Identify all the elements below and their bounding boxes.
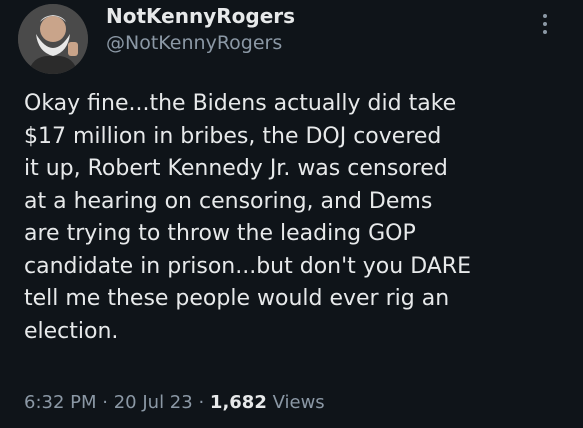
views-count[interactable]: 1,682 bbox=[210, 392, 267, 413]
avatar[interactable] bbox=[18, 4, 88, 74]
tweet-text-line: candidate in prison...but don't you DARE bbox=[24, 253, 471, 279]
display-name[interactable]: NotKennyRogers bbox=[106, 4, 295, 28]
tweet-text-line: Okay fine...the Bidens actually did take bbox=[24, 91, 457, 116]
tweet-date[interactable]: 20 Jul 23 bbox=[114, 392, 193, 413]
tweet-text-line: are trying to throw the leading GOP bbox=[24, 221, 416, 246]
user-handle[interactable]: @NotKennyRogers bbox=[106, 32, 282, 54]
views-label: Views bbox=[272, 392, 325, 413]
tweet-text-line: at a hearing on censoring, and Dems bbox=[24, 188, 433, 214]
tweet-time[interactable]: 6:32 PM bbox=[24, 392, 97, 413]
meta-separator: · bbox=[102, 392, 108, 413]
tweet-text-line: it up, Robert Kennedy Jr. was censored bbox=[24, 156, 448, 181]
tweet-text: Okay fine...the Bidens actually did take… bbox=[24, 88, 569, 348]
meta-separator: · bbox=[198, 392, 205, 413]
tweet-text-line: election. bbox=[24, 318, 119, 344]
tweet-meta: 6:32 PM · 20 Jul 23 · 1,682 Views bbox=[24, 392, 325, 413]
more-vertical-icon[interactable] bbox=[538, 14, 552, 40]
tweet-text-line: tell me these people would ever rig an bbox=[24, 286, 450, 311]
tweet-text-line: $17 million in bribes, the DOJ covered bbox=[24, 123, 442, 149]
tweet-card: NotKennyRogers @NotKennyRogers Okay fine… bbox=[0, 0, 583, 428]
